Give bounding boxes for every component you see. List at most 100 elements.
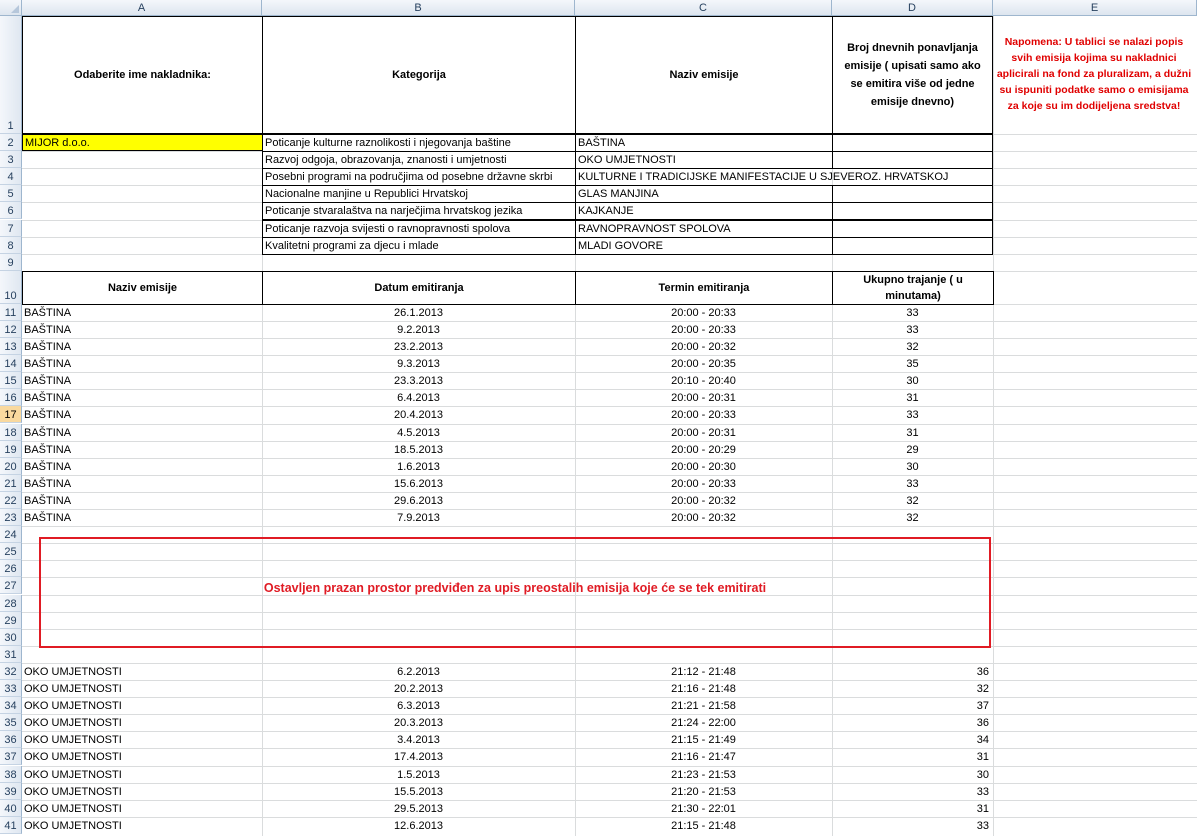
row-show-name[interactable]: OKO UMJETNOSTI: [22, 731, 262, 748]
category-cell[interactable]: Poticanje kulturne raznolikosti i njegov…: [262, 134, 576, 153]
row-show-name[interactable]: BAŠTINA: [22, 475, 262, 492]
row-date[interactable]: 6.4.2013: [262, 389, 575, 406]
row-header-33[interactable]: 33: [0, 680, 22, 698]
category-cell[interactable]: Posebni programi na područjima od posebn…: [262, 168, 576, 187]
row-header-18[interactable]: 18: [0, 423, 22, 441]
row-duration[interactable]: 30: [832, 766, 993, 783]
row-date[interactable]: 29.5.2013: [262, 800, 575, 817]
row-header-9[interactable]: 9: [0, 253, 22, 271]
show-name-cell[interactable]: MLADI GOVORE: [575, 236, 833, 255]
spreadsheet-grid[interactable]: ABCDE 1 2 3 4 5 6 7 8 9 10 11 12 13 14 15 16 17 18 19 20 21 2…: [0, 0, 1197, 836]
row-date[interactable]: 6.2.2013: [262, 663, 575, 680]
row-header-21[interactable]: 21: [0, 474, 22, 492]
row-show-name[interactable]: BAŠTINA: [22, 509, 262, 526]
row-date[interactable]: 12.6.2013: [262, 817, 575, 834]
row-header-2[interactable]: 2: [0, 134, 22, 152]
row-time-slot[interactable]: 20:00 - 20:29: [575, 441, 832, 458]
row-time-slot[interactable]: 20:00 - 20:30: [575, 458, 832, 475]
row-header-14[interactable]: 14: [0, 355, 22, 373]
row-header-8[interactable]: 8: [0, 236, 22, 254]
row-time-slot[interactable]: 21:16 - 21:47: [575, 748, 832, 765]
row-duration[interactable]: 32: [832, 338, 993, 355]
row-show-name[interactable]: OKO UMJETNOSTI: [22, 766, 262, 783]
row-header-12[interactable]: 12: [0, 320, 22, 338]
row-date[interactable]: 15.5.2013: [262, 783, 575, 800]
table-header-name[interactable]: Naziv emisije: [22, 270, 263, 305]
row-time-slot[interactable]: 20:00 - 20:33: [575, 304, 832, 321]
row-header-4[interactable]: 4: [0, 168, 22, 186]
row-header-7[interactable]: 7: [0, 219, 22, 237]
category-cell[interactable]: Poticanje razvoja svijesti o ravnopravno…: [262, 219, 576, 238]
row-header-25[interactable]: 25: [0, 543, 22, 561]
row-show-name[interactable]: BAŠTINA: [22, 372, 262, 389]
show-name-cell[interactable]: RAVNOPRAVNOST SPOLOVA: [575, 219, 833, 238]
row-show-name[interactable]: BAŠTINA: [22, 355, 262, 372]
row-header-20[interactable]: 20: [0, 457, 22, 475]
row-time-slot[interactable]: 20:10 - 20:40: [575, 372, 832, 389]
row-show-name[interactable]: OKO UMJETNOSTI: [22, 714, 262, 731]
row-time-slot[interactable]: 20:00 - 20:33: [575, 406, 832, 423]
row-time-slot[interactable]: 20:00 - 20:32: [575, 338, 832, 355]
table-header-slot[interactable]: Termin emitiranja: [575, 270, 833, 305]
row-show-name[interactable]: BAŠTINA: [22, 389, 262, 406]
row-date[interactable]: 1.5.2013: [262, 766, 575, 783]
row-duration[interactable]: 29: [832, 441, 993, 458]
row-show-name[interactable]: BAŠTINA: [22, 406, 262, 423]
header-publisher-cell[interactable]: Odaberite ime nakladnika:: [22, 16, 263, 134]
row-time-slot[interactable]: 20:00 - 20:31: [575, 424, 832, 441]
row-date[interactable]: 9.3.2013: [262, 355, 575, 372]
repeats-cell[interactable]: [832, 151, 993, 170]
row-show-name[interactable]: BAŠTINA: [22, 304, 262, 321]
row-date[interactable]: 20.3.2013: [262, 714, 575, 731]
row-duration[interactable]: 34: [832, 731, 993, 748]
row-time-slot[interactable]: 20:00 - 20:31: [575, 389, 832, 406]
row-time-slot[interactable]: 21:12 - 21:48: [575, 663, 832, 680]
row-time-slot[interactable]: 20:00 - 20:35: [575, 355, 832, 372]
row-duration[interactable]: 30: [832, 372, 993, 389]
show-name-cell[interactable]: KAJKANJE: [575, 202, 833, 221]
row-header-1[interactable]: 1: [0, 16, 22, 134]
column-header-b[interactable]: B: [262, 0, 575, 16]
row-duration[interactable]: 32: [832, 509, 993, 526]
row-date[interactable]: 1.6.2013: [262, 458, 575, 475]
row-date[interactable]: 3.4.2013: [262, 731, 575, 748]
row-show-name[interactable]: OKO UMJETNOSTI: [22, 663, 262, 680]
row-header-23[interactable]: 23: [0, 509, 22, 527]
repeats-cell[interactable]: [832, 185, 993, 204]
row-show-name[interactable]: OKO UMJETNOSTI: [22, 748, 262, 765]
row-header-35[interactable]: 35: [0, 714, 22, 732]
row-duration[interactable]: 33: [832, 783, 993, 800]
table-header-duration[interactable]: Ukupno trajanje ( u minutama): [832, 270, 994, 305]
row-duration[interactable]: 30: [832, 458, 993, 475]
row-show-name[interactable]: OKO UMJETNOSTI: [22, 817, 262, 834]
category-cell[interactable]: Kvalitetni programi za djecu i mlade: [262, 236, 576, 255]
row-time-slot[interactable]: 21:15 - 21:49: [575, 731, 832, 748]
row-date[interactable]: 7.9.2013: [262, 509, 575, 526]
row-duration[interactable]: 33: [832, 817, 993, 834]
row-header-19[interactable]: 19: [0, 440, 22, 458]
show-name-cell[interactable]: OKO UMJETNOSTI: [575, 151, 833, 170]
row-header-15[interactable]: 15: [0, 372, 22, 390]
row-header-38[interactable]: 38: [0, 765, 22, 783]
repeats-cell[interactable]: [832, 134, 993, 153]
row-duration[interactable]: 31: [832, 389, 993, 406]
row-duration[interactable]: 33: [832, 406, 993, 423]
row-date[interactable]: 15.6.2013: [262, 475, 575, 492]
row-duration[interactable]: 36: [832, 714, 993, 731]
column-header-a[interactable]: A: [22, 0, 262, 16]
row-duration[interactable]: 32: [832, 492, 993, 509]
row-show-name[interactable]: BAŠTINA: [22, 321, 262, 338]
row-date[interactable]: 23.2.2013: [262, 338, 575, 355]
row-header-34[interactable]: 34: [0, 697, 22, 715]
select-all-corner[interactable]: [0, 0, 22, 16]
show-name-cell[interactable]: BAŠTINA: [575, 134, 833, 153]
row-header-17[interactable]: 17: [0, 406, 22, 424]
row-header-32[interactable]: 32: [0, 662, 22, 680]
row-header-11[interactable]: 11: [0, 303, 22, 321]
row-header-22[interactable]: 22: [0, 491, 22, 509]
repeats-cell[interactable]: [832, 236, 993, 255]
row-time-slot[interactable]: 21:30 - 22:01: [575, 800, 832, 817]
row-show-name[interactable]: BAŠTINA: [22, 458, 262, 475]
row-date[interactable]: 4.5.2013: [262, 424, 575, 441]
publisher-cell[interactable]: MIJOR d.o.o.: [22, 134, 263, 151]
